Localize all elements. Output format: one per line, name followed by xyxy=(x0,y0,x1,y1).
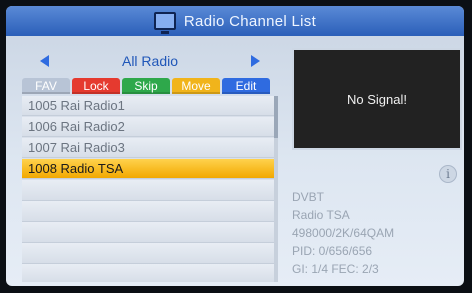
empty-list-row xyxy=(22,222,274,243)
empty-list-row xyxy=(22,201,274,222)
channel-info: DVBT Radio TSA 498000/2K/64QAM PID: 0/65… xyxy=(292,188,458,278)
skip-button[interactable]: Skip xyxy=(122,78,170,94)
channel-list: 1005 Rai Radio1 1006 Rai Radio2 1007 Rai… xyxy=(22,96,278,282)
channel-item-selected[interactable]: 1008 Radio TSA xyxy=(22,159,274,179)
channel-list-panel: All Radio FAV Lock Skip Move Edit 1005 R… xyxy=(22,44,282,282)
channel-item[interactable]: 1007 Rai Radio3 xyxy=(22,138,274,158)
group-label: All Radio xyxy=(121,53,179,69)
previous-group-arrow-icon[interactable] xyxy=(40,55,49,67)
info-type: DVBT xyxy=(292,190,325,204)
no-signal-text: No Signal! xyxy=(347,91,407,107)
empty-list-row xyxy=(22,243,274,264)
info-gi-fec: GI: 1/4 FEC: 2/3 xyxy=(292,262,379,276)
empty-list-row xyxy=(22,264,274,282)
lock-button[interactable]: Lock xyxy=(72,78,120,94)
group-selector: All Radio xyxy=(22,50,278,72)
channel-item[interactable]: 1005 Rai Radio1 xyxy=(22,96,274,116)
scrollbar-thumb[interactable] xyxy=(274,96,278,138)
edit-button[interactable]: Edit xyxy=(222,78,270,94)
info-icon[interactable]: i xyxy=(439,165,457,183)
radio-channel-list-screen: Radio Channel List All Radio FAV Lock Sk… xyxy=(6,6,464,286)
info-params: 498000/2K/64QAM xyxy=(292,226,395,240)
info-pid: PID: 0/656/656 xyxy=(292,244,373,258)
channel-item[interactable]: 1006 Rai Radio2 xyxy=(22,117,274,137)
fav-button[interactable]: FAV xyxy=(22,78,70,94)
next-group-arrow-icon[interactable] xyxy=(251,55,260,67)
tv-icon xyxy=(153,12,176,34)
title-bar: Radio Channel List xyxy=(6,6,464,36)
video-preview: No Signal! xyxy=(292,48,462,150)
window-title: Radio Channel List xyxy=(183,12,317,30)
channel-list-scrollbar[interactable] xyxy=(274,96,278,282)
move-button[interactable]: Move xyxy=(172,78,220,94)
function-buttons: FAV Lock Skip Move Edit xyxy=(22,78,282,94)
empty-list-row xyxy=(22,180,274,201)
info-channel: Radio TSA xyxy=(292,208,350,222)
